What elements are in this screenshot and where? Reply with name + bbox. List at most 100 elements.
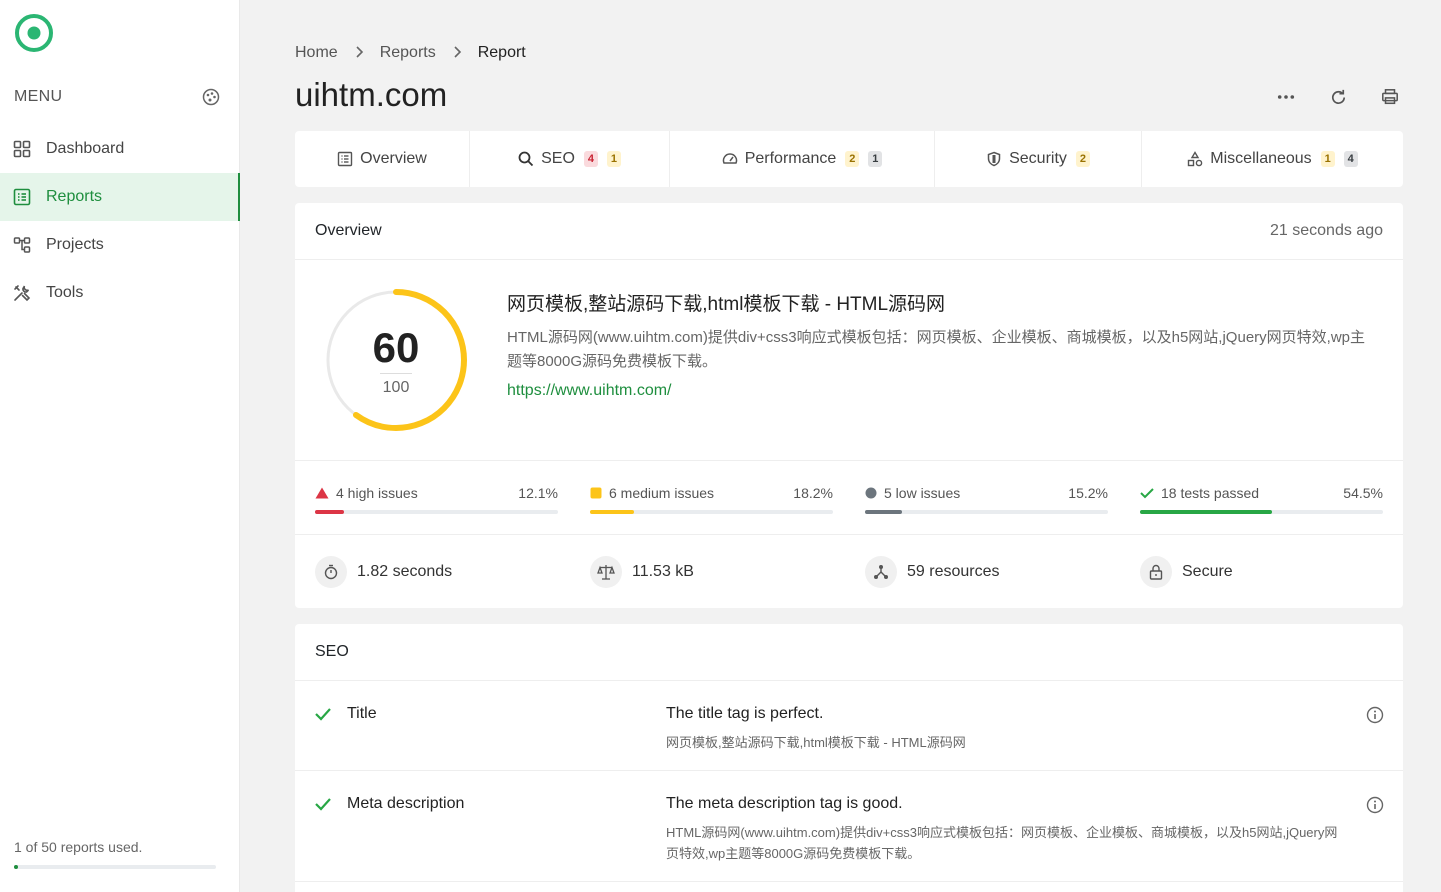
issue-progress-bar <box>590 510 833 514</box>
projects-icon <box>13 236 31 254</box>
medium-issues-badge: 2 <box>845 151 860 167</box>
breadcrumb: Home Reports Report <box>295 44 526 62</box>
sidebar-item-label: Dashboard <box>46 140 125 157</box>
tab-security[interactable]: Security 2 <box>935 131 1142 187</box>
sidebar-item-projects[interactable]: Projects <box>0 221 240 269</box>
seo-test-detail: 网页模板,整站源码下载,html模板下载 - HTML源码网 <box>666 735 966 750</box>
tab-label: Performance <box>744 150 837 167</box>
triangle-warning-icon <box>315 487 329 499</box>
issue-percent: 54.5% <box>1343 485 1383 501</box>
seo-test-name: Meta description <box>347 795 465 812</box>
usage-progress-fill <box>14 865 19 869</box>
issue-progress-fill <box>315 510 345 514</box>
seo-test-detail: HTML源码网(www.uihtm.com)提供div+css3响应式模板包括：… <box>666 825 1338 861</box>
stopwatch-icon <box>315 556 347 588</box>
overview-icon <box>337 151 353 167</box>
seo-test-name: Title <box>347 705 377 722</box>
score-max: 100 <box>382 379 410 396</box>
page-stats: 1.82 seconds 11.53 kB 59 resources Secur… <box>295 536 1403 608</box>
score-gauge: 60 100 <box>325 289 467 431</box>
load-time-stat: 1.82 seconds <box>315 556 452 588</box>
issue-progress-bar <box>865 510 1108 514</box>
scale-icon <box>590 556 622 588</box>
site-title: 网页模板,整站源码下载,html模板下载 - HTML源码网 <box>507 294 946 315</box>
print-icon[interactable] <box>1377 84 1403 110</box>
score-divider <box>380 373 412 374</box>
stat-label: Secure <box>1182 563 1233 580</box>
info-icon[interactable] <box>1366 796 1384 814</box>
issues-summary: 4 high issues 12.1% 6 medium issues 18.2… <box>295 460 1403 535</box>
circle-icon <box>865 487 877 499</box>
issue-percent: 15.2% <box>1068 485 1108 501</box>
shield-icon <box>987 151 1001 167</box>
tab-seo[interactable]: SEO 4 1 <box>470 131 670 187</box>
sidebar-item-tools[interactable]: Tools <box>0 269 240 317</box>
refresh-icon[interactable] <box>1325 84 1351 110</box>
usage-text: 1 of 50 reports used. <box>14 839 143 855</box>
seo-row-meta-description: Meta description The meta description ta… <box>295 771 1403 882</box>
shapes-icon <box>1188 151 1203 167</box>
tab-label: Miscellaneous <box>1210 150 1312 167</box>
menu-header: MENU <box>14 88 220 106</box>
tab-miscellaneous[interactable]: Miscellaneous 1 4 <box>1142 131 1403 187</box>
chevron-right-icon <box>452 45 462 61</box>
low-issues-stat: 5 low issues 15.2% <box>865 485 1108 514</box>
sidebar-item-dashboard[interactable]: Dashboard <box>0 125 240 173</box>
medium-issues-stat: 6 medium issues 18.2% <box>590 485 833 514</box>
high-issues-stat: 4 high issues 12.1% <box>315 485 558 514</box>
tab-performance[interactable]: Performance 2 1 <box>670 131 935 187</box>
card-title: Overview <box>315 222 382 239</box>
stat-label: 11.53 kB <box>632 563 694 580</box>
palette-icon[interactable] <box>202 88 220 106</box>
gauge-icon <box>722 153 737 164</box>
sidebar-item-reports[interactable]: Reports <box>0 173 240 221</box>
issue-percent: 12.1% <box>518 485 558 501</box>
low-issues-badge: 4 <box>1343 151 1358 167</box>
overview-card-header: Overview 21 seconds ago <box>295 203 1403 260</box>
stat-label: 59 resources <box>907 563 1000 580</box>
issue-label: 6 medium issues <box>609 485 715 501</box>
breadcrumb-home[interactable]: Home <box>295 44 338 62</box>
issue-progress-bar <box>1140 510 1383 514</box>
site-info: 网页模板,整站源码下载,html模板下载 - HTML源码网 HTML源码网(w… <box>507 289 1377 400</box>
check-icon <box>1140 488 1154 499</box>
page-size-stat: 11.53 kB <box>590 556 694 588</box>
chevron-right-icon <box>354 45 364 61</box>
issue-progress-fill <box>865 510 902 514</box>
stat-label: 1.82 seconds <box>357 563 453 580</box>
high-issues-badge: 4 <box>583 151 598 167</box>
seo-card: SEO Title The title tag is perfect. 网页模板… <box>295 624 1403 892</box>
grid-icon <box>13 140 31 158</box>
low-issues-badge: 1 <box>868 151 883 167</box>
issue-label: 5 low issues <box>884 485 961 501</box>
tab-overview[interactable]: Overview <box>295 131 470 187</box>
seo-card-header: SEO <box>295 624 1403 681</box>
list-icon <box>13 188 31 206</box>
page-actions <box>1273 84 1403 110</box>
passed-tests-stat: 18 tests passed 54.5% <box>1140 485 1383 514</box>
overview-card: Overview 21 seconds ago 60 100 网页模板,整站源码… <box>295 203 1403 608</box>
medium-issues-badge: 1 <box>1320 151 1335 167</box>
report-tabs: Overview SEO 4 1 Performance 2 1 Securit… <box>295 131 1403 187</box>
tools-icon <box>13 284 31 302</box>
lock-icon <box>1140 556 1172 588</box>
square-icon <box>590 487 602 499</box>
menu-label: MENU <box>14 88 63 105</box>
usage-progress-bar <box>14 865 216 869</box>
resources-icon <box>865 556 897 588</box>
medium-issues-badge: 1 <box>606 151 621 167</box>
logo-icon[interactable] <box>14 13 54 53</box>
resources-stat: 59 resources <box>865 556 1000 588</box>
seo-test-message: The meta description tag is good. <box>666 795 903 812</box>
info-icon[interactable] <box>1366 706 1384 724</box>
sidebar-item-label: Projects <box>46 236 104 253</box>
tab-label: SEO <box>541 150 575 167</box>
more-options-icon[interactable] <box>1273 84 1299 110</box>
score-value: 60 <box>372 324 420 371</box>
breadcrumb-reports[interactable]: Reports <box>380 44 436 62</box>
issue-progress-fill <box>1140 510 1273 514</box>
breadcrumb-current: Report <box>477 44 526 61</box>
issue-percent: 18.2% <box>793 485 833 501</box>
issue-progress-bar <box>315 510 558 514</box>
site-url-link[interactable]: https://www.uihtm.com/ <box>507 382 1377 400</box>
